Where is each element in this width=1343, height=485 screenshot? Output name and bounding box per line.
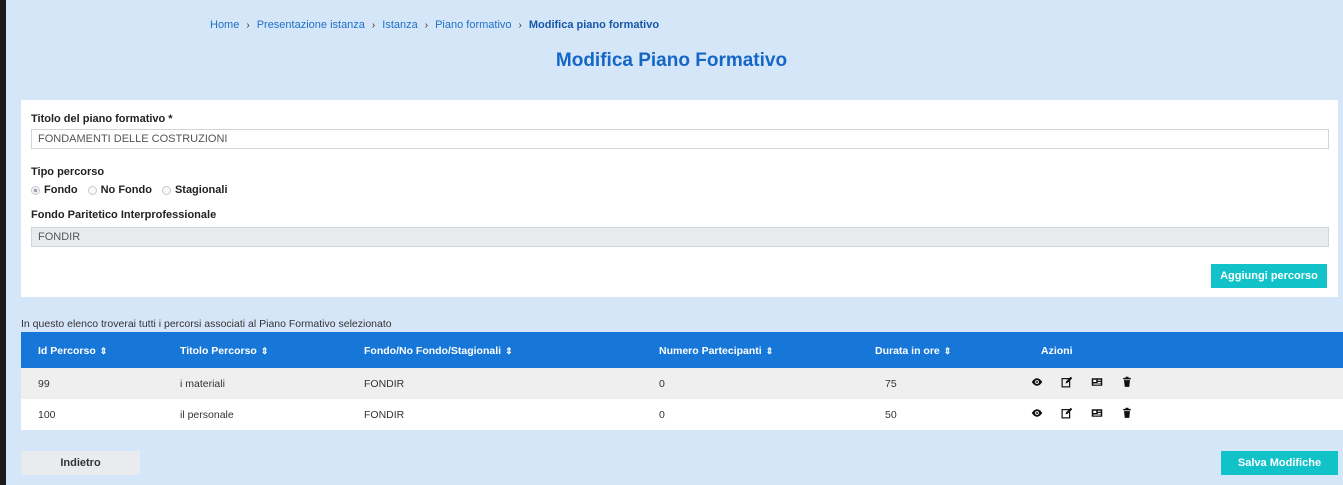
window-border [0,0,6,485]
header-numero-partecipanti[interactable]: Numero Partecipanti ⇕ [659,345,773,357]
cell-durata: 75 [885,378,897,390]
title-label: Titolo del piano formativo * [31,113,173,125]
radio-no-fondo[interactable]: No Fondo [87,184,152,196]
sort-icon[interactable]: ⇕ [100,346,108,356]
breadcrumb-separator: › [518,20,522,31]
tipo-percorso-radio-group: Fondo No Fondo Stagionali [31,184,238,196]
trash-icon[interactable] [1121,376,1133,388]
radio-no-fondo-label: No Fondo [100,184,152,196]
radio-fondo-label: Fondo [44,184,78,196]
header-id-percorso[interactable]: Id Percorso ⇕ [38,345,107,357]
trash-icon[interactable] [1121,407,1133,419]
radio-no-fondo-circle[interactable] [87,185,97,195]
fondo-label: Fondo Paritetico Interprofessionale [31,209,217,221]
cell-id: 99 [38,378,50,390]
list-info-text: In questo elenco troverai tutti i percor… [21,318,392,330]
row-actions [1031,407,1133,419]
sort-icon[interactable]: ⇕ [505,346,513,356]
tipo-percorso-label: Tipo percorso [31,166,105,178]
header-titolo-label: Titolo Percorso [180,345,257,357]
radio-stagionali[interactable]: Stagionali [161,184,228,196]
radio-fondo-circle[interactable] [31,185,40,195]
header-durata[interactable]: Durata in ore ⇕ [875,345,951,357]
breadcrumb: Home › Presentazione istanza › Istanza › Piano… [210,19,659,31]
form-card: Titolo del piano formativo * FONDAMENTI … [21,100,1338,297]
sort-icon[interactable]: ⇕ [766,346,774,356]
breadcrumb-home[interactable]: Home [210,19,239,31]
cell-id: 100 [38,409,56,421]
add-percorso-button[interactable]: Aggiungi percorso [1211,264,1327,288]
cell-fondo: FONDIR [364,378,405,390]
cell-titolo: il personale [180,409,234,421]
percorsi-table: Id Percorso ⇕ Titolo Percorso ⇕ Fondo/No F… [21,332,1343,430]
header-partecipanti-label: Numero Partecipanti [659,345,762,357]
header-durata-label: Durata in ore [875,345,940,357]
cell-durata: 50 [885,409,897,421]
radio-stagionali-circle[interactable] [161,185,171,195]
cell-partecipanti: 0 [659,378,665,390]
sort-icon[interactable]: ⇕ [944,346,952,356]
breadcrumb-presentazione[interactable]: Presentazione istanza [257,19,365,31]
table-header: Id Percorso ⇕ Titolo Percorso ⇕ Fondo/No F… [21,332,1343,368]
cell-partecipanti: 0 [659,409,665,421]
back-button[interactable]: Indietro [21,451,140,475]
page-title: Modifica Piano Formativo [555,50,788,71]
radio-stagionali-label: Stagionali [174,184,228,196]
eye-icon[interactable] [1031,407,1043,419]
page: Home › Presentazione istanza › Istanza › Piano… [0,0,1343,485]
breadcrumb-piano-formativo[interactable]: Piano formativo [435,19,511,31]
id-card-icon[interactable] [1091,407,1103,419]
table-row: 99 i materiali FONDIR 0 75 [21,368,1343,399]
header-fondo-label: Fondo/No Fondo/Stagionali [364,345,502,357]
cell-titolo: i materiali [180,378,225,390]
radio-fondo[interactable]: Fondo [31,184,78,196]
header-fondo[interactable]: Fondo/No Fondo/Stagionali ⇕ [364,345,513,357]
table-row: 100 il personale FONDIR 0 50 [21,399,1343,430]
header-id-label: Id Percorso [38,345,96,357]
eye-icon[interactable] [1031,376,1043,388]
breadcrumb-separator: › [246,20,250,31]
header-titolo-percorso[interactable]: Titolo Percorso ⇕ [180,345,268,357]
breadcrumb-separator: › [424,20,429,31]
header-azioni: Azioni [1041,345,1073,357]
breadcrumb-current: Modifica piano formativo [528,19,660,31]
breadcrumb-istanza[interactable]: Istanza [382,19,417,31]
id-card-icon[interactable] [1091,376,1103,388]
row-actions [1031,376,1133,388]
breadcrumb-separator: › [371,20,376,31]
cell-fondo: FONDIR [364,409,405,421]
title-input[interactable]: FONDAMENTI DELLE COSTRUZIONI [31,129,1329,149]
sort-icon[interactable]: ⇕ [261,346,269,356]
save-button[interactable]: Salva Modifiche [1221,451,1338,475]
edit-icon[interactable] [1061,376,1073,388]
fondo-input: FONDIR [31,227,1329,247]
edit-icon[interactable] [1061,407,1073,419]
